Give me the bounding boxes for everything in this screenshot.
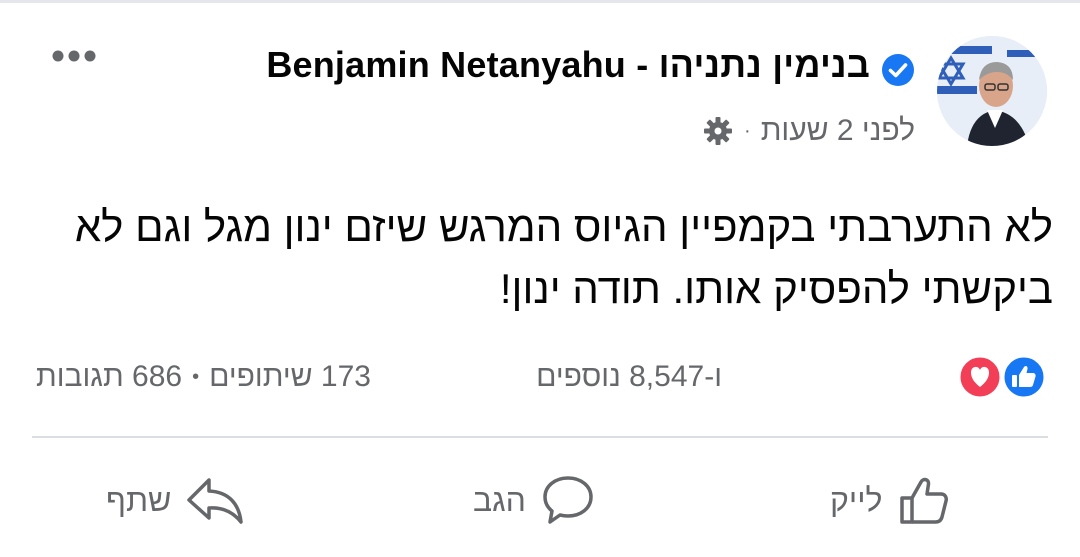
verified-badge-icon [882, 54, 914, 86]
comment-button[interactable]: הגב [473, 470, 596, 530]
shares-count[interactable]: 173 שיתופים [209, 360, 371, 394]
author-name[interactable]: Benjamin Netanyahu - בנימין נתניהו [266, 44, 870, 86]
reactions-count[interactable]: ו-8,547 נוספים [536, 360, 722, 394]
author-avatar[interactable] [937, 36, 1047, 146]
divider [32, 436, 1048, 438]
heart-icon [957, 354, 1003, 400]
like-button[interactable]: לייק [830, 470, 952, 530]
comments-count[interactable]: 686 תגובות [36, 360, 182, 394]
share-arrow-icon [187, 478, 244, 524]
post-meta: לפני 2 שעות · [702, 114, 915, 148]
engagement-stats: 686 תגובות • 173 שיתופים [36, 360, 371, 394]
post-timestamp[interactable]: לפני 2 שעות [761, 114, 915, 148]
stats-separator: • [192, 365, 200, 388]
post-text-line: לא התערבתי בקמפיין הגיוס המרגש שיזם ינון… [74, 203, 1053, 250]
post-text-line: ביקשתי להפסיק אותו. תודה ינון! [499, 265, 1053, 312]
gear-icon[interactable] [702, 115, 734, 147]
like-label: לייק [830, 481, 883, 518]
more-options-icon[interactable] [52, 48, 96, 64]
share-button[interactable]: שתף [106, 470, 245, 530]
meta-separator: · [744, 119, 751, 142]
avatar-image [937, 36, 1047, 146]
reactions-summary[interactable] [957, 354, 1049, 400]
top-border [0, 0, 1080, 3]
post-text: לא התערבתי בקמפיין הגיוס המרגש שיזם ינון… [23, 196, 1053, 320]
thumbs-up-outline-icon [900, 477, 949, 524]
share-label: שתף [106, 481, 172, 518]
comment-bubble-icon [543, 476, 593, 524]
thumbs-up-icon [1001, 354, 1047, 400]
comment-label: הגב [473, 481, 526, 518]
